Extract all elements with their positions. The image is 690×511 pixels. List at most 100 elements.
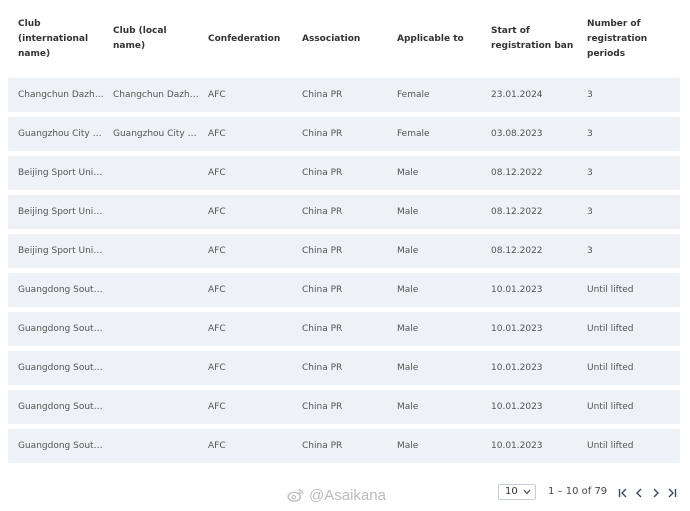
cell-applicable-to: Female: [397, 90, 430, 100]
header-club-international[interactable]: Club (international name): [18, 0, 104, 78]
cell-club-local: [113, 429, 199, 463]
chevron-left-icon: [636, 488, 642, 498]
cell-club-international: Guangdong South China Tiger: [18, 324, 104, 334]
cell-registration-periods: 3: [587, 207, 593, 217]
cell-registration-periods: Until lifted: [587, 363, 634, 373]
header-association[interactable]: Association: [302, 0, 388, 78]
header-club-local[interactable]: Club (local name): [113, 0, 199, 78]
cell-club-international: Guangdong South China Tiger: [18, 285, 104, 295]
previous-page-button[interactable]: [633, 485, 645, 499]
table-header: Club (international name) Club (local na…: [8, 0, 680, 78]
cell-start-of-ban: 08.12.2022: [491, 246, 543, 256]
cell-association: China PR: [302, 90, 343, 100]
header-registration-periods[interactable]: Number of registration periods: [587, 0, 673, 78]
last-page-button[interactable]: [666, 485, 678, 499]
table-row[interactable]: Guangdong South China Tiger AFC China PR Ma…: [8, 312, 680, 346]
cell-registration-periods: 3: [587, 246, 593, 256]
cell-club-local: [113, 195, 199, 229]
cell-applicable-to: Male: [397, 207, 419, 217]
cell-applicable-to: Male: [397, 363, 419, 373]
cell-confederation: AFC: [208, 129, 226, 139]
cell-club-local: [113, 390, 199, 424]
cell-association: China PR: [302, 168, 343, 178]
registration-bans-table: Club (international name) Club (local na…: [8, 0, 680, 463]
cell-start-of-ban: 10.01.2023: [491, 402, 543, 412]
cell-confederation: AFC: [208, 246, 226, 256]
cell-association: China PR: [302, 363, 343, 373]
cell-confederation: AFC: [208, 402, 226, 412]
cell-registration-periods: 3: [587, 129, 593, 139]
header-start-of-ban[interactable]: Start of registration ban: [491, 0, 577, 78]
cell-confederation: AFC: [208, 285, 226, 295]
watermark-text: @Asaikana: [309, 486, 386, 504]
cell-confederation: AFC: [208, 441, 226, 451]
cell-confederation: AFC: [208, 168, 226, 178]
pagination-range: 1 – 10 of 79: [548, 486, 608, 497]
table-row[interactable]: Guangdong South China Tiger AFC China PR Ma…: [8, 429, 680, 463]
cell-start-of-ban: 03.08.2023: [491, 129, 543, 139]
cell-confederation: AFC: [208, 363, 226, 373]
cell-club-international: Beijing Sport University: [18, 207, 104, 217]
cell-club-local: [113, 156, 199, 190]
cell-club-international: Beijing Sport University: [18, 168, 104, 178]
cell-association: China PR: [302, 285, 343, 295]
table-row[interactable]: Guangdong South China Tiger AFC China PR Ma…: [8, 273, 680, 307]
cell-club-international: Guangdong South China Tiger: [18, 441, 104, 451]
page-size-select[interactable]: 10: [498, 484, 536, 500]
cell-start-of-ban: 10.01.2023: [491, 324, 543, 334]
cell-applicable-to: Female: [397, 129, 430, 139]
table-row[interactable]: Beijing Sport University AFC China PR Male 0…: [8, 234, 680, 268]
page-size-value: 10: [505, 486, 518, 497]
cell-applicable-to: Male: [397, 402, 419, 412]
cell-registration-periods: Until lifted: [587, 402, 634, 412]
cell-club-international: Beijing Sport University: [18, 246, 104, 256]
last-page-icon: [668, 488, 677, 498]
cell-applicable-to: Male: [397, 285, 419, 295]
cell-club-local: Changchun Dazhong Zhuoyue: [113, 90, 199, 100]
cell-registration-periods: Until lifted: [587, 441, 634, 451]
cell-association: China PR: [302, 402, 343, 412]
cell-association: China PR: [302, 246, 343, 256]
cell-association: China PR: [302, 129, 343, 139]
cell-association: China PR: [302, 207, 343, 217]
table-row[interactable]: Guangdong South China Tiger AFC China PR Ma…: [8, 390, 680, 424]
cell-start-of-ban: 10.01.2023: [491, 285, 543, 295]
table-row[interactable]: Beijing Sport University AFC China PR Male 0…: [8, 156, 680, 190]
cell-registration-periods: Until lifted: [587, 324, 634, 334]
cell-club-local: [113, 234, 199, 268]
cell-applicable-to: Male: [397, 168, 419, 178]
cell-club-international: Guangdong South China Tiger: [18, 402, 104, 412]
cell-start-of-ban: 23.01.2024: [491, 90, 543, 100]
table-row[interactable]: Guangzhou City Women Guangzhou City Women…: [8, 117, 680, 151]
cell-club-international: Changchun Dazhong Zhuoyue: [18, 90, 104, 100]
first-page-icon: [618, 488, 627, 498]
cell-applicable-to: Male: [397, 324, 419, 334]
cell-registration-periods: Until lifted: [587, 285, 634, 295]
next-page-button[interactable]: [650, 485, 662, 499]
cell-start-of-ban: 10.01.2023: [491, 363, 543, 373]
cell-confederation: AFC: [208, 90, 226, 100]
chevron-down-icon: [523, 489, 531, 495]
cell-registration-periods: 3: [587, 168, 593, 178]
cell-club-local: [113, 273, 199, 307]
first-page-button[interactable]: [617, 485, 629, 499]
cell-club-local: [113, 312, 199, 346]
cell-association: China PR: [302, 441, 343, 451]
cell-club-international: Guangzhou City Women: [18, 129, 104, 139]
cell-confederation: AFC: [208, 207, 226, 217]
cell-registration-periods: 3: [587, 90, 593, 100]
table-row[interactable]: Changchun Dazhong Zhuoyue Changchun Dazho…: [8, 78, 680, 112]
header-applicable-to[interactable]: Applicable to: [397, 0, 483, 78]
chevron-right-icon: [653, 488, 659, 498]
cell-applicable-to: Male: [397, 246, 419, 256]
cell-confederation: AFC: [208, 324, 226, 334]
cell-applicable-to: Male: [397, 441, 419, 451]
table-row[interactable]: Guangdong South China Tiger AFC China PR Ma…: [8, 351, 680, 385]
cell-start-of-ban: 10.01.2023: [491, 441, 543, 451]
cell-start-of-ban: 08.12.2022: [491, 207, 543, 217]
cell-club-local: Guangzhou City Women: [113, 129, 199, 139]
cell-club-local: [113, 351, 199, 385]
header-confederation[interactable]: Confederation: [208, 0, 294, 78]
table-row[interactable]: Beijing Sport University AFC China PR Male 0…: [8, 195, 680, 229]
weibo-icon: [287, 489, 304, 502]
